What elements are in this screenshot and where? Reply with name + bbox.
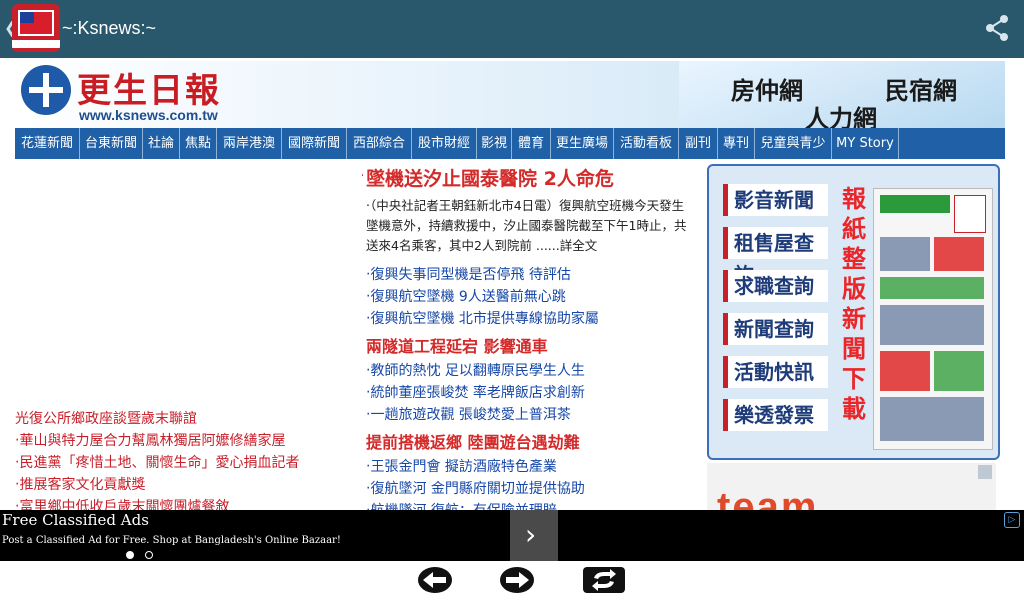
nav-item-cross-strait[interactable]: 兩岸港澳	[217, 128, 282, 159]
left-news-heading[interactable]: 光復公所鄉政座談暨歲末聯誼	[15, 408, 197, 428]
nav-item-youth[interactable]: 兒童與青少	[755, 128, 832, 159]
nav-item-special[interactable]: 專刊	[718, 128, 755, 159]
subheadline-1[interactable]: 兩隧道工程延宕 影響通車	[366, 333, 548, 357]
services-panel: 影音新聞 租售屋查詢 求職查詢 新聞查詢 活動快訊 樂透發票 報紙整版新聞下載	[707, 164, 1000, 460]
app-title: ~:Ksnews:~	[62, 18, 157, 38]
site-banner: 更生日報 www.ksnews.com.tw 房仲網 民宿網 人力網	[15, 61, 1005, 133]
bullet-icon: ·	[362, 168, 364, 184]
news-link[interactable]: ‧一趟旅遊改觀 張峻焚愛上普洱茶	[366, 404, 571, 424]
nav-item-west[interactable]: 西部綜合	[347, 128, 412, 159]
nav-item-hualien[interactable]: 花蓮新聞	[15, 128, 80, 159]
left-news-item[interactable]: ‧華山與特力屋合力幫鳳林獨居阿嬤修繕家屋	[15, 430, 285, 450]
team-ad[interactable]: team	[707, 463, 996, 511]
job-search-button[interactable]: 求職查詢	[723, 270, 828, 302]
site-name[interactable]: 更生日報	[77, 63, 221, 112]
nav-item-events[interactable]: 活動看板	[614, 128, 679, 159]
team-ad-text: team	[717, 485, 819, 511]
ad-realestate-label[interactable]: 房仲網	[731, 71, 803, 106]
nav-item-my-story[interactable]: MY Story	[832, 128, 899, 159]
nav-item-editorial[interactable]: 社論	[143, 128, 180, 159]
carousel-dot-active[interactable]	[126, 551, 134, 559]
nav-item-taitung[interactable]: 台東新聞	[80, 128, 143, 159]
header-ad-banner[interactable]: 房仲網 民宿網 人力網	[679, 61, 1005, 133]
news-link[interactable]: ‧教師的熱忱 足以翻轉原民學生人生	[366, 360, 585, 380]
ad-badge-icon	[978, 465, 992, 479]
nav-item-supplement[interactable]: 副刊	[679, 128, 718, 159]
ksnews-app-logo[interactable]	[12, 4, 60, 52]
lead-paragraph[interactable]: ‧（中央社記者王朝鈺新北市4日電）復興航空班機今天發生墜機意外，持續救援中，汐止…	[366, 196, 696, 256]
share-icon[interactable]	[984, 14, 1010, 42]
nav-item-sports[interactable]: 體育	[512, 128, 551, 159]
nav-item-finance[interactable]: 股市財經	[412, 128, 477, 159]
nav-item-entertainment[interactable]: 影視	[477, 128, 512, 159]
full-page-download-label[interactable]: 報紙整版新聞下載	[837, 184, 871, 424]
event-news-button[interactable]: 活動快訊	[723, 356, 828, 388]
video-news-button[interactable]: 影音新聞	[723, 184, 828, 216]
adchoices-icon[interactable]: ▷	[1004, 512, 1020, 528]
left-news-column: 光復公所鄉政座談暨歲末聯誼 ‧華山與特力屋合力幫鳳林獨居阿嬤修繕家屋 ‧民進黨「…	[15, 162, 360, 515]
news-link[interactable]: ‧復興失事同型機是否停飛 待評估	[366, 264, 571, 284]
main-news-column: · 墜機送汐止國泰醫院 2人命危 ‧（中央社記者王朝鈺新北市4日電）復興航空班機…	[362, 162, 698, 510]
forward-arrow-icon[interactable]	[499, 566, 535, 594]
site-url: www.ksnews.com.tw	[79, 107, 218, 123]
nav-item-plaza[interactable]: 更生廣場	[551, 128, 614, 159]
main-nav: 花蓮新聞 台東新聞 社論 焦點 兩岸港澳 國際新聞 西部綜合 股市財經 影視 體…	[15, 128, 1005, 159]
chevron-right-icon: ›	[525, 518, 537, 551]
app-bar: ❮ ~:Ksnews:~	[0, 0, 1024, 58]
lottery-button[interactable]: 樂透發票	[723, 399, 828, 431]
newspaper-thumbnail[interactable]	[873, 188, 993, 450]
ad-next-button[interactable]: ›	[510, 510, 558, 561]
ad-subtitle[interactable]: Post a Classified Ad for Free. Shop at B…	[2, 535, 341, 546]
ad-bar[interactable]: Free Classified Ads Post a Classified Ad…	[0, 510, 1024, 561]
left-news-item[interactable]: ‧民進黨「疼惜土地、關懷生命」愛心捐血記者	[15, 452, 299, 472]
news-link[interactable]: ‧王張金門會 擬訪酒廠特色產業	[366, 456, 557, 476]
ad-title[interactable]: Free Classified Ads	[2, 511, 149, 529]
site-logo-icon[interactable]	[21, 65, 71, 115]
back-arrow-icon[interactable]	[417, 566, 453, 594]
refresh-icon[interactable]	[582, 566, 626, 594]
rental-search-button[interactable]: 租售屋查詢	[723, 227, 828, 287]
nav-item-focus[interactable]: 焦點	[180, 128, 217, 159]
main-headline[interactable]: 墜機送汐止國泰醫院 2人命危	[366, 164, 614, 191]
nav-item-international[interactable]: 國際新聞	[282, 128, 347, 159]
left-news-item[interactable]: ‧推展客家文化貢獻獎	[15, 474, 145, 494]
bottom-controls	[0, 561, 1024, 600]
flag-icon	[18, 10, 54, 36]
news-link[interactable]: ‧統帥董座張峻焚 率老牌飯店求創新	[366, 382, 585, 402]
news-link[interactable]: ‧復興航空墜機 北市提供專線協助家屬	[366, 308, 599, 328]
subheadline-2[interactable]: 提前搭機返鄉 陸團遊台遇劫難	[366, 429, 580, 453]
carousel-dot[interactable]	[145, 551, 153, 559]
news-link[interactable]: ‧航機墜河 復航：有保險並理賠	[366, 500, 557, 510]
ad-bnb-label[interactable]: 民宿網	[885, 71, 957, 106]
news-link[interactable]: ‧復興航空墜機 9人送醫前無心跳	[366, 286, 566, 306]
news-search-button[interactable]: 新聞查詢	[723, 313, 828, 345]
news-link[interactable]: ‧復航墜河 金門縣府關切並提供協助	[366, 478, 585, 498]
